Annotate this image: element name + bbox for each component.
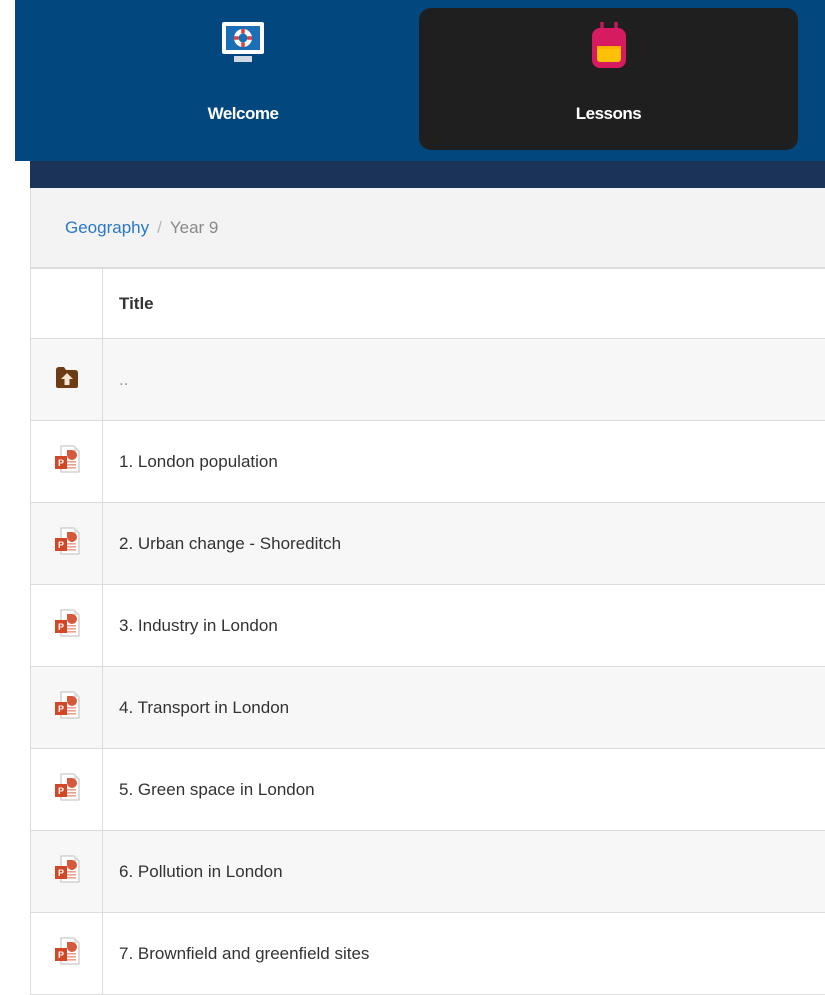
lesson-title[interactable]: 6. Pollution in London — [102, 830, 825, 913]
powerpoint-file-icon: P — [54, 445, 80, 477]
svg-text:P: P — [57, 540, 63, 550]
table-row[interactable]: P 6. Pollution in London — [30, 830, 825, 913]
table-row[interactable]: P 5. Green space in London — [30, 748, 825, 831]
parent-folder-row[interactable]: .. — [30, 338, 825, 421]
powerpoint-file-icon: P — [54, 609, 80, 641]
backpack-icon — [589, 20, 629, 77]
svg-text:P: P — [57, 704, 63, 714]
nav-item-label: Lessons — [575, 104, 642, 123]
breadcrumb-link-geography[interactable]: Geography — [65, 218, 149, 237]
parent-folder-label: .. — [102, 338, 825, 421]
table-header-row: Title — [30, 268, 825, 339]
svg-text:P: P — [57, 868, 63, 878]
powerpoint-file-icon: P — [54, 773, 80, 805]
table-row[interactable]: P 3. Industry in London — [30, 584, 825, 667]
powerpoint-file-icon: P — [54, 527, 80, 559]
lesson-file-table: Title .. P 1. London population P 2. Urban … — [30, 268, 825, 995]
svg-text:P: P — [57, 458, 63, 468]
lesson-title[interactable]: 4. Transport in London — [102, 666, 825, 749]
table-row[interactable]: P 1. London population — [30, 420, 825, 503]
table-row[interactable]: P 7. Brownfield and greenfield sites — [30, 912, 825, 995]
nav-item-lessons[interactable]: Lessons — [419, 8, 798, 150]
lesson-title[interactable]: 2. Urban change - Shoreditch — [102, 502, 825, 585]
powerpoint-file-icon: P — [54, 855, 80, 887]
breadcrumb: Geography / Year 9 — [30, 188, 825, 268]
svg-text:P: P — [57, 950, 63, 960]
title-column-header[interactable]: Title — [102, 268, 825, 339]
powerpoint-file-icon: P — [54, 937, 80, 969]
nav-item-welcome[interactable]: Welcome — [134, 8, 352, 150]
table-row[interactable]: P 2. Urban change - Shoreditch — [30, 502, 825, 585]
lesson-title[interactable]: 5. Green space in London — [102, 748, 825, 831]
lesson-title[interactable]: 7. Brownfield and greenfield sites — [102, 912, 825, 995]
nav-item-label: Welcome — [207, 104, 279, 123]
svg-text:P: P — [57, 786, 63, 796]
lesson-title[interactable]: 3. Industry in London — [102, 584, 825, 667]
folder-up-icon — [54, 367, 80, 394]
top-navigation: Welcome Lessons — [15, 0, 825, 161]
monitor-lifebuoy-icon — [220, 20, 266, 71]
breadcrumb-current: Year 9 — [169, 218, 219, 237]
svg-text:P: P — [57, 622, 63, 632]
lesson-title[interactable]: 1. London population — [102, 420, 825, 503]
icon-column-header — [30, 268, 103, 339]
breadcrumb-separator: / — [157, 218, 162, 237]
table-row[interactable]: P 4. Transport in London — [30, 666, 825, 749]
powerpoint-file-icon: P — [54, 691, 80, 723]
